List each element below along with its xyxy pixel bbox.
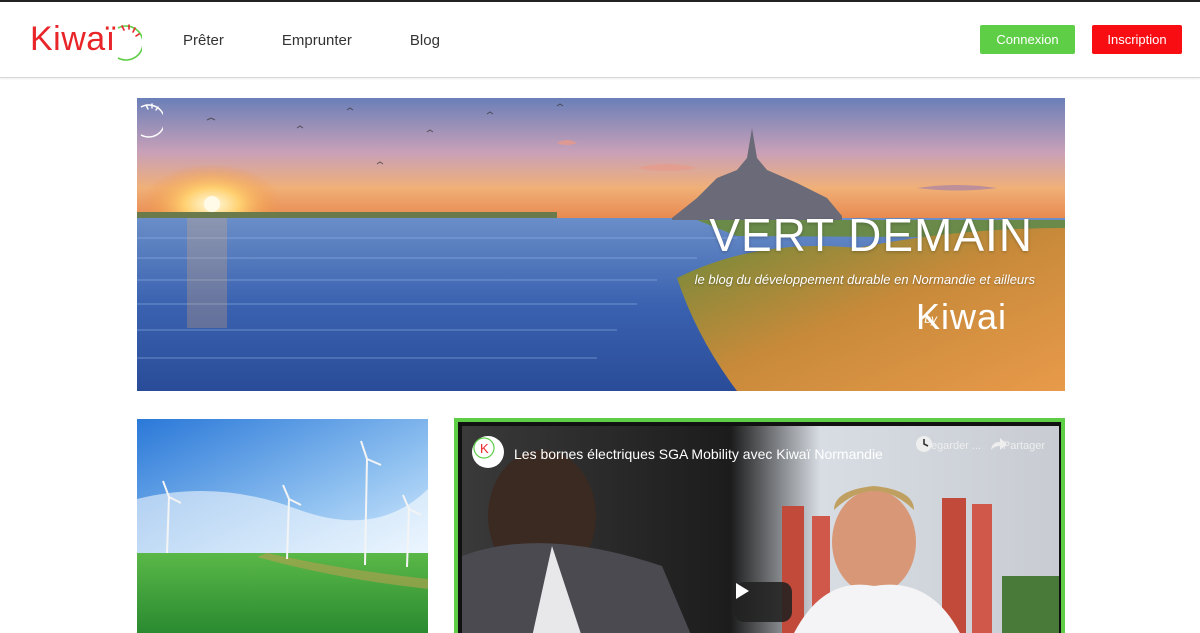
banner-subtitle: le blog du développement durable en Norm… — [694, 272, 1035, 287]
video-card: K Les bornes électriques SGA Mobility av… — [454, 418, 1065, 633]
banner-title: VERT DEMAIN — [709, 209, 1033, 261]
watch-later-button[interactable]: À regarder ... — [914, 434, 984, 452]
connexion-button[interactable]: Connexion — [980, 25, 1075, 54]
nav-emprunter[interactable]: Emprunter — [282, 32, 352, 49]
share-arrow-icon — [991, 438, 1007, 450]
play-icon — [736, 583, 749, 599]
site-header: Kiwaï Prêter Emprunter Blog Connexion In… — [0, 2, 1200, 78]
article-card-wind-turbines[interactable] — [137, 419, 428, 633]
logo-ring-icon — [117, 24, 142, 61]
banner-logo-ring-icon — [140, 103, 163, 138]
banner-brand: Kiwai — [915, 296, 1007, 337]
wind-turbines-image — [137, 419, 428, 633]
kiwai-k-icon: K — [473, 437, 495, 459]
nav-preter[interactable]: Prêter — [183, 32, 224, 49]
nav-blog[interactable]: Blog — [410, 32, 440, 49]
share-label: Partager — [1002, 440, 1046, 452]
channel-avatar[interactable]: K — [472, 436, 504, 468]
youtube-video-embed[interactable]: K Les bornes électriques SGA Mobility av… — [462, 426, 1059, 633]
video-title[interactable]: Les bornes électriques SGA Mobility avec… — [514, 446, 883, 462]
play-button[interactable] — [734, 582, 792, 622]
kiwai-logo[interactable]: Kiwaï — [30, 12, 142, 66]
blog-banner: VERT DEMAIN le blog du développement dur… — [137, 98, 1065, 391]
inscription-button[interactable]: Inscription — [1092, 25, 1182, 54]
svg-text:K: K — [480, 441, 489, 456]
logo-text: Kiwaï — [30, 19, 116, 58]
main-nav: Prêter Emprunter Blog — [183, 2, 498, 78]
clock-icon — [916, 436, 932, 452]
share-button[interactable]: Partager — [989, 434, 1059, 452]
